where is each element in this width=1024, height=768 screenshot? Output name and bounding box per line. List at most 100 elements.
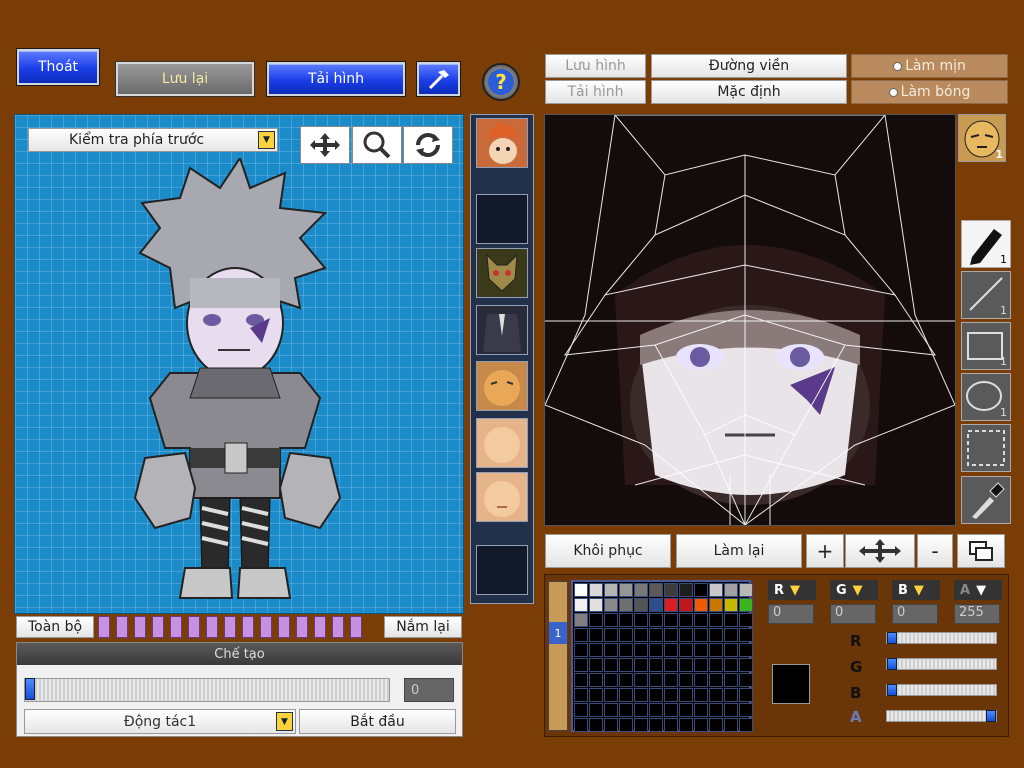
outline-button[interactable]: Đường viền: [651, 54, 847, 78]
frame-cell[interactable]: [278, 616, 290, 638]
palette-swatch[interactable]: [664, 673, 678, 687]
g-value-input[interactable]: 0: [830, 604, 876, 624]
palette-swatch[interactable]: [694, 598, 708, 612]
palette-swatch[interactable]: [709, 673, 723, 687]
rect-tool[interactable]: 1: [961, 322, 1011, 370]
palette-swatch[interactable]: [694, 658, 708, 672]
save-button[interactable]: Lưu lại: [115, 61, 255, 97]
palette-swatch[interactable]: [739, 583, 753, 597]
palette-swatch[interactable]: [574, 628, 588, 642]
action-select[interactable]: Động tác1 ▼: [24, 709, 296, 734]
palette-swatch[interactable]: [619, 688, 633, 702]
palette-swatch[interactable]: [649, 718, 663, 732]
palette-swatch[interactable]: [664, 613, 678, 627]
palette-swatch[interactable]: [604, 598, 618, 612]
palette-swatch[interactable]: [739, 613, 753, 627]
shade-radio[interactable]: Làm bóng: [851, 80, 1008, 104]
palette-swatch[interactable]: [664, 643, 678, 657]
palette-swatch[interactable]: [724, 598, 738, 612]
palette-swatch[interactable]: [634, 628, 648, 642]
palette-swatch[interactable]: [709, 718, 723, 732]
palette-swatch[interactable]: [589, 598, 603, 612]
eyedropper-tool[interactable]: [961, 476, 1011, 524]
palette-swatch[interactable]: [709, 688, 723, 702]
exit-button[interactable]: Thoát: [16, 48, 100, 86]
palette-swatch[interactable]: [679, 673, 693, 687]
palette-swatch[interactable]: [619, 703, 633, 717]
palette-swatch[interactable]: [739, 718, 753, 732]
palette-swatch[interactable]: [679, 658, 693, 672]
palette-swatch[interactable]: [679, 643, 693, 657]
frame-cell[interactable]: [296, 616, 308, 638]
create-progress-slider[interactable]: [24, 678, 390, 702]
palette-swatch[interactable]: [724, 658, 738, 672]
palette-swatch[interactable]: [574, 643, 588, 657]
palette-swatch[interactable]: [694, 703, 708, 717]
palette-swatch[interactable]: [664, 628, 678, 642]
frame-cell[interactable]: [206, 616, 218, 638]
palette-swatch[interactable]: [619, 643, 633, 657]
palette-swatch[interactable]: [664, 718, 678, 732]
palette-swatch[interactable]: [574, 688, 588, 702]
b-slider[interactable]: [886, 684, 997, 696]
frame-cell[interactable]: [152, 616, 164, 638]
all-button[interactable]: Toàn bộ: [16, 616, 94, 638]
b-value-input[interactable]: 0: [892, 604, 938, 624]
palette-swatch[interactable]: [709, 703, 723, 717]
palette-swatch[interactable]: [589, 703, 603, 717]
palette-swatch[interactable]: [574, 703, 588, 717]
palette-swatch[interactable]: [604, 658, 618, 672]
palette-swatch[interactable]: [619, 613, 633, 627]
palette-swatch[interactable]: [604, 613, 618, 627]
palette-swatch[interactable]: [679, 718, 693, 732]
palette-swatch[interactable]: [664, 583, 678, 597]
palette-swatch[interactable]: [739, 598, 753, 612]
palette-swatch[interactable]: [739, 628, 753, 642]
palette-swatch[interactable]: [649, 613, 663, 627]
rotate-tool-button[interactable]: [403, 126, 453, 164]
g-slider[interactable]: [886, 658, 997, 670]
pan-button[interactable]: [845, 534, 915, 568]
palette-swatch[interactable]: [604, 688, 618, 702]
palette-grid[interactable]: [571, 580, 753, 732]
palette-swatch[interactable]: [694, 628, 708, 642]
palette-swatch[interactable]: [649, 598, 663, 612]
frame-cell[interactable]: [242, 616, 254, 638]
palette-swatch[interactable]: [619, 718, 633, 732]
a-slider[interactable]: [886, 710, 997, 722]
palette-swatch[interactable]: [604, 673, 618, 687]
palette-swatch[interactable]: [724, 628, 738, 642]
palette-swatch[interactable]: [679, 688, 693, 702]
palette-swatch[interactable]: [739, 703, 753, 717]
palette-swatch[interactable]: [649, 643, 663, 657]
edit-canvas[interactable]: [544, 114, 956, 526]
palette-swatch[interactable]: [679, 583, 693, 597]
palette-swatch[interactable]: [709, 628, 723, 642]
palette-swatch[interactable]: [679, 613, 693, 627]
palette-swatch[interactable]: [634, 643, 648, 657]
palette-swatch[interactable]: [574, 613, 588, 627]
save-image-button[interactable]: Lưu hình: [545, 54, 646, 78]
part-thumb-empty[interactable]: [476, 545, 528, 595]
palette-swatch[interactable]: [709, 598, 723, 612]
palette-swatch[interactable]: [649, 673, 663, 687]
a-value-input[interactable]: 255: [954, 604, 1000, 624]
frame-cell[interactable]: [260, 616, 272, 638]
palette-swatch[interactable]: [724, 583, 738, 597]
palette-swatch[interactable]: [589, 613, 603, 627]
palette-swatch[interactable]: [604, 583, 618, 597]
part-thumb-empty[interactable]: [476, 194, 528, 244]
frame-cell[interactable]: [188, 616, 200, 638]
frame-cell[interactable]: [332, 616, 344, 638]
palette-swatch[interactable]: [709, 658, 723, 672]
palette-swatch[interactable]: [619, 598, 633, 612]
palette-swatch[interactable]: [679, 598, 693, 612]
grab-button[interactable]: Nắm lại: [384, 616, 462, 638]
select-tool[interactable]: [961, 424, 1011, 472]
zoom-in-button[interactable]: +: [806, 534, 844, 568]
palette-swatch[interactable]: [634, 688, 648, 702]
frame-strip[interactable]: [98, 616, 380, 638]
palette-swatch[interactable]: [604, 628, 618, 642]
palette-swatch[interactable]: [724, 613, 738, 627]
palette-swatch[interactable]: [634, 673, 648, 687]
